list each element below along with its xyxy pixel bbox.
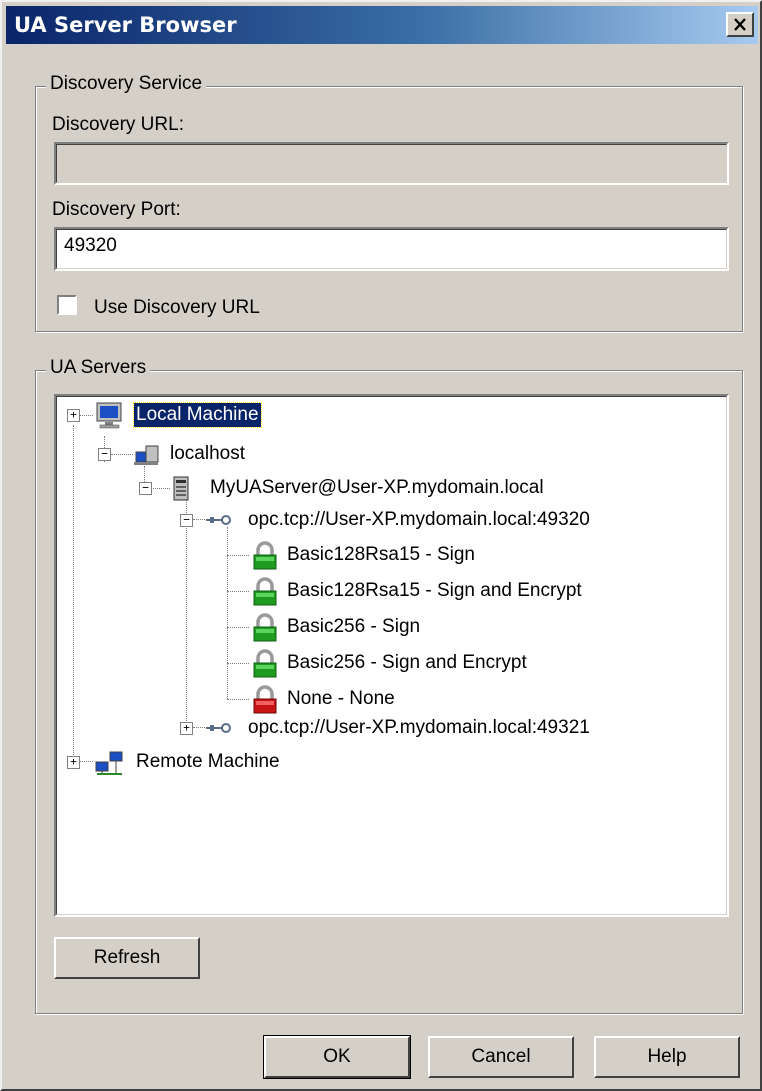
discovery-port-label: Discovery Port:	[52, 199, 181, 220]
ok-button-label: OK	[323, 1046, 351, 1067]
expand-icon[interactable]: +	[180, 722, 193, 735]
network-computer-icon	[134, 445, 159, 465]
tree-label-policy: Basic256 - Sign	[287, 616, 421, 637]
red-lock-icon	[253, 685, 277, 714]
green-lock-icon	[253, 613, 277, 642]
tree-label-policy: None - None	[287, 688, 395, 709]
collapse-icon[interactable]: −	[98, 448, 111, 461]
use-discovery-url-checkbox[interactable]	[57, 295, 77, 315]
ok-button[interactable]: OK	[263, 1035, 411, 1079]
tree-node-policy[interactable]: Basic128Rsa15 - Sign	[56, 541, 716, 570]
help-button[interactable]: Help	[594, 1036, 740, 1078]
refresh-button-label: Refresh	[93, 947, 161, 968]
close-icon	[734, 18, 746, 31]
use-discovery-url-label[interactable]: Use Discovery URL	[94, 297, 260, 319]
network-icon	[95, 751, 123, 775]
tree-label-server: MyUAServer@User-XP.mydomain.local	[210, 477, 544, 498]
tree-node-endpoint-49320[interactable]: − opc.tcp://User-XP.mydomain.local:49320	[56, 508, 716, 532]
tree-label-remote-machine: Remote Machine	[136, 751, 280, 772]
tree-label-policy: Basic128Rsa15 - Sign and Encrypt	[287, 580, 582, 601]
tree-node-remote-machine[interactable]: + Remote Machine	[56, 750, 356, 775]
tree-node-policy[interactable]: Basic128Rsa15 - Sign and Encrypt	[56, 577, 716, 606]
tree-label-local-machine: Local Machine	[133, 402, 262, 428]
endpoint-icon	[206, 515, 231, 525]
ua-servers-legend: UA Servers	[46, 357, 151, 379]
tree-label-policy: Basic128Rsa15 - Sign	[287, 544, 475, 565]
tree-label-policy: Basic256 - Sign and Encrypt	[287, 652, 527, 673]
refresh-button[interactable]: Refresh	[54, 937, 200, 979]
discovery-service-group: Discovery Service Discovery URL: Discove…	[35, 73, 743, 332]
discovery-port-value: 49320	[64, 235, 117, 256]
tree-node-policy[interactable]: None - None	[56, 685, 716, 714]
collapse-icon[interactable]: −	[180, 514, 193, 527]
cancel-button[interactable]: Cancel	[428, 1036, 574, 1078]
close-button[interactable]	[726, 12, 754, 37]
tree-node-server[interactable]: − MyUAServer@User-XP.mydomain.local	[56, 476, 656, 501]
green-lock-icon	[253, 541, 277, 570]
ua-servers-group: UA Servers + Local Machine − localhost −…	[35, 357, 743, 1014]
discovery-port-field[interactable]: 49320	[54, 227, 729, 271]
collapse-icon[interactable]: −	[139, 482, 152, 495]
computer-icon	[96, 402, 122, 429]
endpoint-icon	[206, 723, 231, 733]
help-button-label: Help	[647, 1046, 687, 1067]
title-bar[interactable]: UA Server Browser	[6, 6, 758, 44]
discovery-url-label: Discovery URL:	[52, 114, 184, 135]
server-tree-view[interactable]: + Local Machine − localhost − MyUAServer…	[54, 394, 729, 917]
tree-label-localhost: localhost	[170, 443, 245, 464]
server-icon	[173, 476, 189, 501]
tree-label-endpoint-49321: opc.tcp://User-XP.mydomain.local:49321	[248, 717, 590, 738]
cancel-button-label: Cancel	[471, 1046, 531, 1067]
green-lock-icon	[253, 577, 277, 606]
tree-node-policy[interactable]: Basic256 - Sign and Encrypt	[56, 649, 716, 678]
tree-node-localhost[interactable]: − localhost	[56, 442, 356, 466]
tree-node-local-machine[interactable]: + Local Machine	[56, 402, 356, 429]
expand-icon[interactable]: +	[67, 409, 80, 422]
tree-node-endpoint-49321[interactable]: + opc.tcp://User-XP.mydomain.local:49321	[56, 716, 716, 740]
tree-label-endpoint-49320: opc.tcp://User-XP.mydomain.local:49320	[248, 509, 590, 530]
window-title: UA Server Browser	[14, 13, 237, 37]
tree-node-policy[interactable]: Basic256 - Sign	[56, 613, 716, 642]
discovery-url-field[interactable]	[54, 142, 729, 185]
expand-icon[interactable]: +	[67, 756, 80, 769]
green-lock-icon	[253, 649, 277, 678]
discovery-service-legend: Discovery Service	[46, 73, 207, 95]
dialog-window: UA Server Browser Discovery Service Disc…	[0, 0, 762, 1091]
